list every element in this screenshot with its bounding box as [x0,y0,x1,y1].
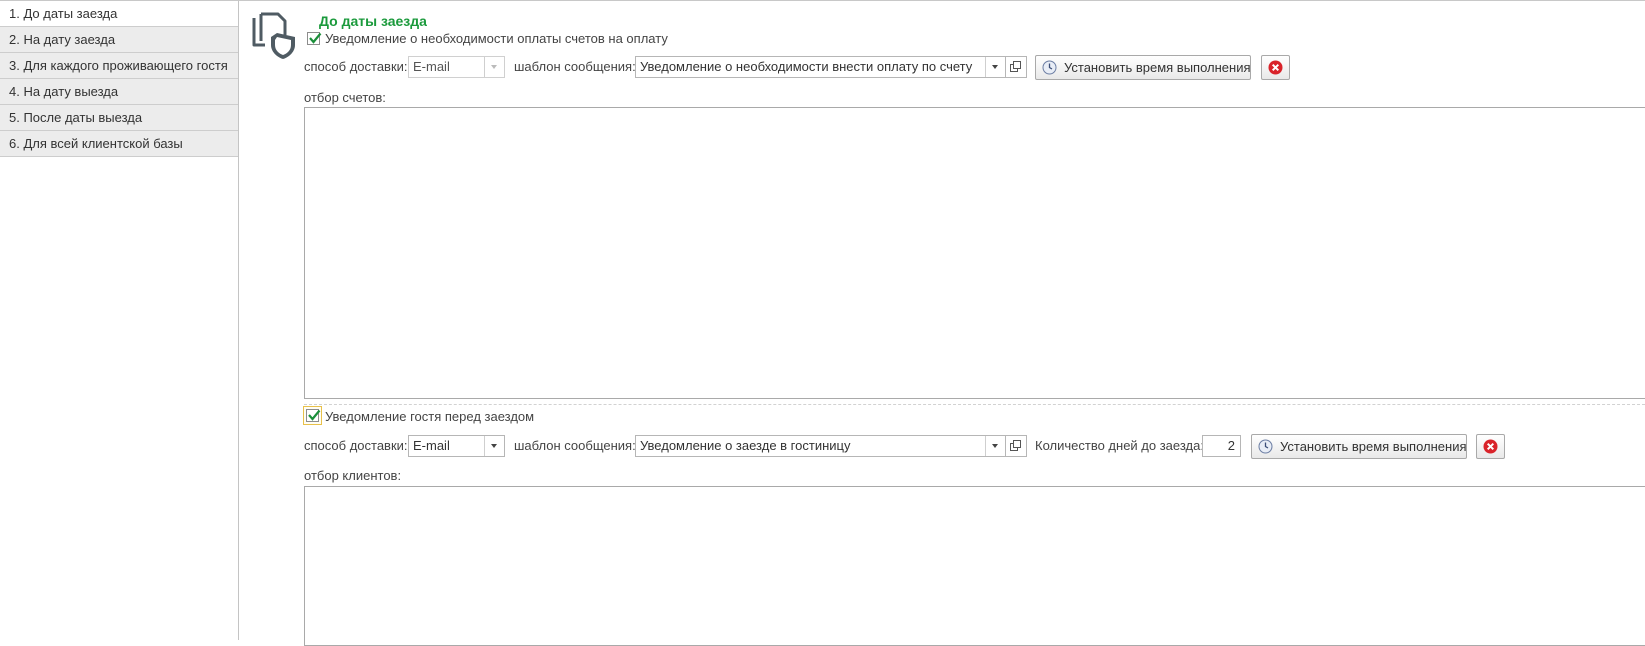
chevron-down-icon[interactable] [985,57,1005,77]
guest-notice-label: Уведомление гостя перед заездом [325,409,535,424]
open-template-button[interactable] [1005,435,1027,457]
delete-icon [1268,60,1283,75]
client-filter-area[interactable] [304,486,1645,646]
delete-icon [1483,439,1498,454]
delivery-method-value: E-mail [413,59,450,74]
message-template-select[interactable]: Уведомление о заезде в гостиницу [635,435,1006,457]
main-panel: До даты заезда Уведомление о необходимос… [239,1,1645,646]
invoice-filter-label: отбор счетов: [304,90,386,105]
guest-notice-checkbox[interactable] [306,409,321,422]
delivery-method-select[interactable]: E-mail [408,435,505,457]
message-template-select[interactable]: Уведомление о необходимости внести оплат… [635,56,1006,78]
checkmark-icon [308,409,321,421]
chevron-down-icon[interactable] [985,436,1005,456]
documents-shield-icon [251,11,297,61]
section-divider [304,404,1645,405]
nav-item-label: 2. На дату заезда [9,32,116,47]
delivery-method-value: E-mail [413,438,450,453]
delivery-method-select[interactable]: E-mail [408,56,505,78]
set-execution-time-label: Установить время выполнения [1280,439,1467,454]
message-template-value: Уведомление о заезде в гостиницу [640,438,851,453]
chevron-down-icon[interactable] [484,436,504,456]
set-execution-time-button[interactable]: Установить время выполнения [1035,55,1251,80]
client-filter-label: отбор клиентов: [304,468,402,483]
nav-item-on-departure[interactable]: 4. На дату выезда [0,79,238,105]
nav-item-each-guest[interactable]: 3. Для каждого проживающего гостя [0,53,238,79]
payment-notice-checkbox[interactable] [307,32,322,45]
nav-item-after-departure[interactable]: 5. После даты выезда [0,105,238,131]
sidebar-nav: 1. До даты заезда 2. На дату заезда 3. Д… [0,1,239,640]
delete-button[interactable] [1261,55,1290,80]
payment-notice-label: Уведомление о необходимости оплаты счето… [325,31,668,46]
nav-item-label: 6. Для всей клиентской базы [9,136,183,151]
chevron-down-icon [484,57,504,77]
set-execution-time-label: Установить время выполнения [1064,60,1251,75]
open-template-button[interactable] [1005,56,1027,78]
delivery-method-label: способ доставки: [304,438,408,453]
clock-icon [1042,60,1057,75]
nav-item-before-arrival[interactable]: 1. До даты заезда [0,1,238,27]
nav-item-label: 1. До даты заезда [9,6,118,21]
delete-button[interactable] [1476,434,1505,459]
open-window-icon [1010,440,1021,451]
open-window-icon [1010,61,1021,72]
set-execution-time-button[interactable]: Установить время выполнения [1251,434,1467,459]
nav-item-all-clients[interactable]: 6. Для всей клиентской базы [0,131,238,157]
invoice-filter-area[interactable] [304,107,1645,399]
nav-item-label: 5. После даты выезда [9,110,143,125]
message-template-label: шаблон сообщения: [514,59,636,74]
page-title: До даты заезда [319,13,427,29]
nav-item-on-arrival[interactable]: 2. На дату заезда [0,27,238,53]
days-before-arrival-label: Количество дней до заезда: [1035,438,1204,453]
delivery-method-label: способ доставки: [304,59,408,74]
checkmark-icon [309,32,322,44]
message-template-value: Уведомление о необходимости внести оплат… [640,59,973,74]
days-before-arrival-input[interactable]: 2 [1202,435,1241,457]
nav-item-label: 4. На дату выезда [9,84,119,99]
nav-item-label: 3. Для каждого проживающего гостя [9,58,228,73]
clock-icon [1258,439,1273,454]
message-template-label: шаблон сообщения: [514,438,636,453]
